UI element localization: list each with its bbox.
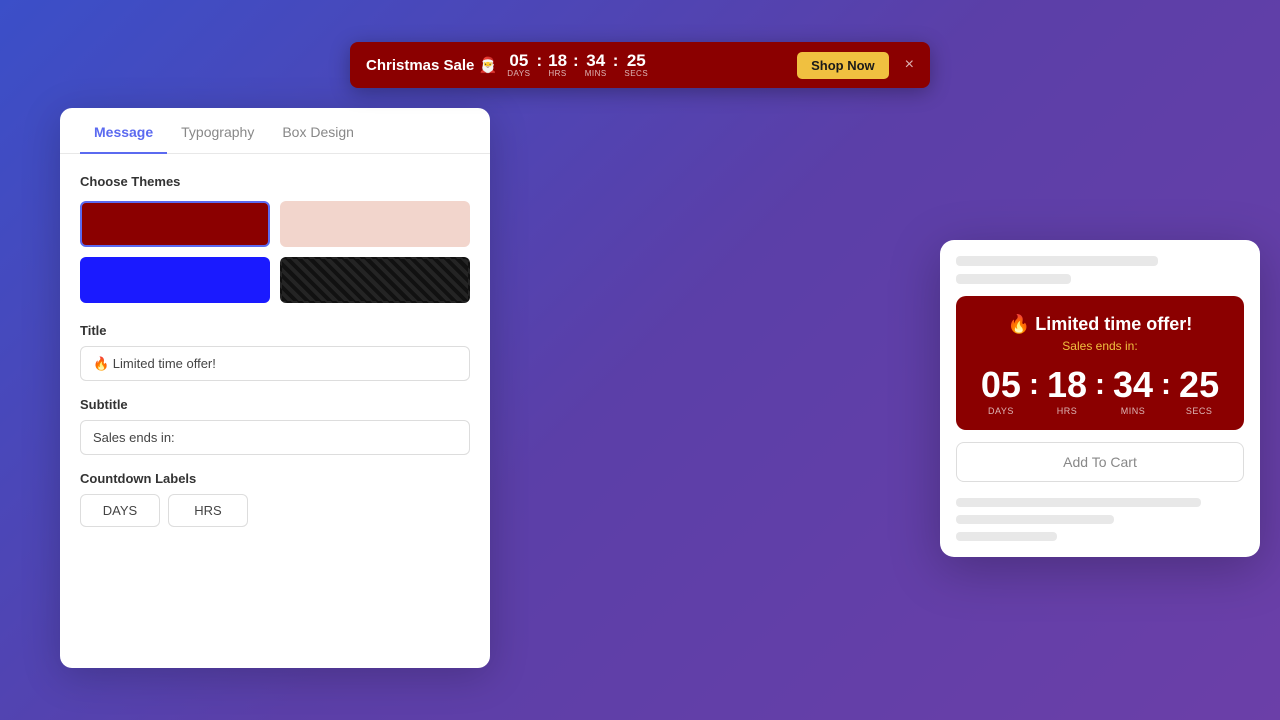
panel-content: Choose Themes Title Subtitle Countdown L…: [60, 154, 490, 662]
bar-title: Christmas Sale 🎅: [366, 56, 497, 74]
card-bottom: [940, 494, 1260, 557]
card-mins-num: 34: [1113, 367, 1153, 403]
close-button[interactable]: ×: [905, 56, 914, 74]
title-input[interactable]: [80, 346, 470, 381]
bar-timer: 05 DAYS : 18 HRS : 34 MINS : 25 SECS: [507, 51, 648, 79]
bar-days-block: 05 DAYS: [507, 52, 530, 78]
bar-days-num: 05: [509, 52, 528, 69]
skeleton-med-1: [956, 498, 1201, 507]
countdown-labels-group: Countdown Labels: [80, 471, 470, 527]
card-days-num: 05: [981, 367, 1021, 403]
labels-row: [80, 494, 470, 527]
skeleton-line-short: [956, 274, 1071, 284]
card-countdown-box: 🔥 Limited time offer! Sales ends in: 05 …: [956, 296, 1244, 430]
bar-secs-num: 25: [627, 52, 646, 69]
bar-mins-label: MINS: [585, 69, 607, 78]
card-days-lbl: DAYS: [988, 406, 1014, 416]
bar-days-label: DAYS: [507, 69, 530, 78]
theme-pink[interactable]: [280, 201, 470, 247]
subtitle-label: Subtitle: [80, 397, 470, 412]
card-secs-num: 25: [1179, 367, 1219, 403]
themes-label: Choose Themes: [80, 174, 470, 189]
bar-right-section: Shop Now ×: [797, 52, 914, 79]
preview-card: 🔥 Limited time offer! Sales ends in: 05 …: [940, 240, 1260, 557]
bar-hrs-block: 18 HRS: [548, 52, 567, 78]
theme-grid: [80, 201, 470, 303]
card-mins-block: 34 MINS: [1113, 367, 1153, 416]
card-hrs-block: 18 HRS: [1047, 367, 1087, 416]
subtitle-field-group: Subtitle: [80, 397, 470, 455]
card-secs-lbl: SECS: [1186, 406, 1213, 416]
title-label: Title: [80, 323, 470, 338]
card-colon-1: :: [1029, 368, 1039, 402]
skeleton-xs: [956, 532, 1057, 541]
bar-colon-2: :: [573, 51, 579, 71]
bar-hrs-label: HRS: [548, 69, 566, 78]
editor-panel: Message Typography Box Design Choose The…: [60, 108, 490, 668]
card-colon-3: :: [1161, 368, 1171, 402]
bar-mins-block: 34 MINS: [585, 52, 607, 78]
add-to-cart-button[interactable]: Add To Cart: [956, 442, 1244, 482]
card-offer-title: 🔥 Limited time offer!: [966, 314, 1234, 335]
skeleton-sm: [956, 515, 1114, 524]
card-skeleton-top: [940, 240, 1260, 296]
hrs-label-input[interactable]: [168, 494, 248, 527]
title-field-group: Title: [80, 323, 470, 381]
theme-blue[interactable]: [80, 257, 270, 303]
bar-colon-1: :: [536, 51, 542, 71]
bar-hrs-num: 18: [548, 52, 567, 69]
tab-box-design[interactable]: Box Design: [268, 108, 368, 154]
bar-secs-block: 25 SECS: [624, 52, 648, 78]
tab-message[interactable]: Message: [80, 108, 167, 154]
bar-colon-3: :: [613, 51, 619, 71]
tab-typography[interactable]: Typography: [167, 108, 268, 154]
bar-mins-num: 34: [586, 52, 605, 69]
card-colon-2: :: [1095, 368, 1105, 402]
bar-secs-label: SECS: [624, 69, 648, 78]
countdown-labels-label: Countdown Labels: [80, 471, 470, 486]
skeleton-line-long: [956, 256, 1158, 266]
days-label-input[interactable]: [80, 494, 160, 527]
tabs: Message Typography Box Design: [60, 108, 490, 154]
card-days-block: 05 DAYS: [981, 367, 1021, 416]
card-mins-lbl: MINS: [1121, 406, 1146, 416]
subtitle-input[interactable]: [80, 420, 470, 455]
card-timer-row: 05 DAYS : 18 HRS : 34 MINS : 25 SECS: [966, 367, 1234, 416]
bar-left-section: Christmas Sale 🎅 05 DAYS : 18 HRS : 34 M…: [366, 51, 648, 79]
shop-now-button[interactable]: Shop Now: [797, 52, 889, 79]
theme-red[interactable]: [80, 201, 270, 247]
card-hrs-lbl: HRS: [1057, 406, 1078, 416]
card-offer-subtitle: Sales ends in:: [966, 339, 1234, 353]
theme-dark[interactable]: [280, 257, 470, 303]
card-hrs-num: 18: [1047, 367, 1087, 403]
card-secs-block: 25 SECS: [1179, 367, 1219, 416]
announcement-bar: Christmas Sale 🎅 05 DAYS : 18 HRS : 34 M…: [350, 42, 930, 88]
